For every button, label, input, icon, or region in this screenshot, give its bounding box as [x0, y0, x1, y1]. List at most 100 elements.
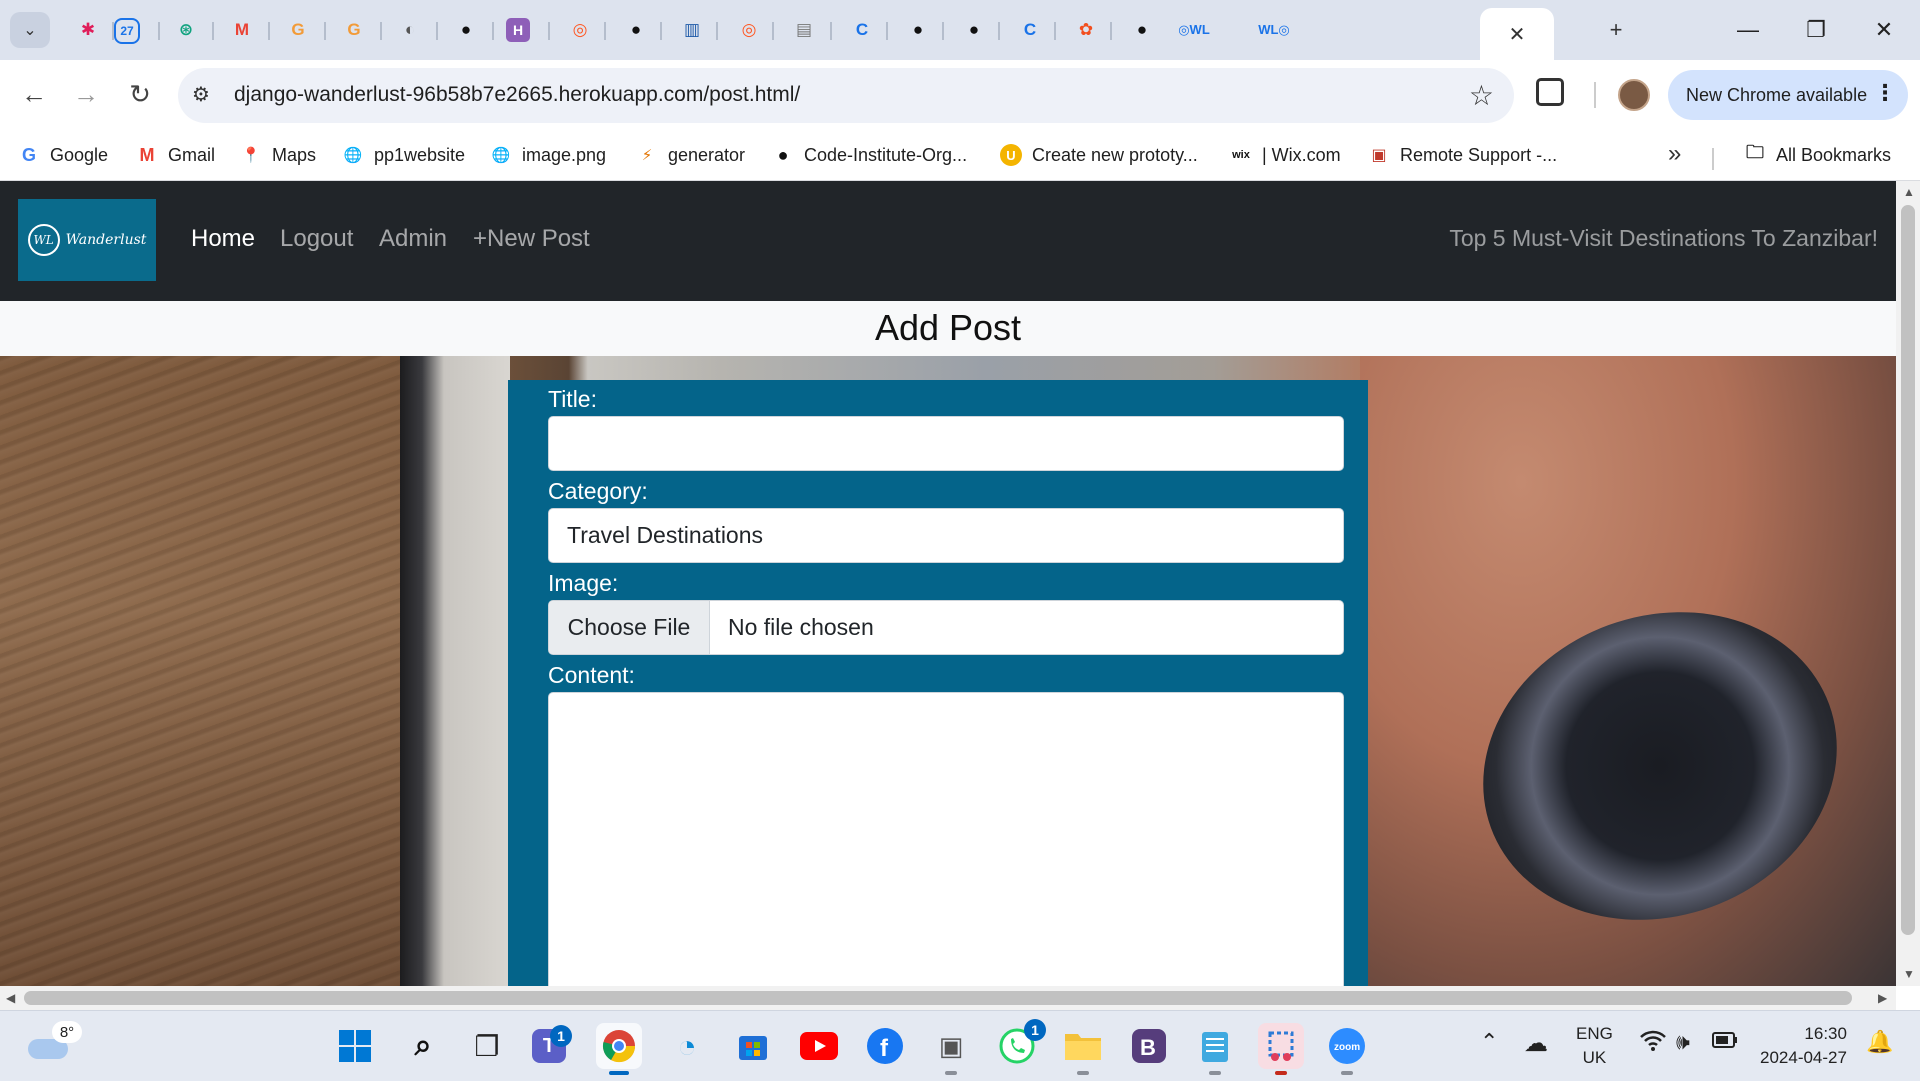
nav-admin[interactable]: Admin: [379, 225, 447, 253]
bookmark-maps[interactable]: 📍 Maps: [240, 140, 316, 170]
youtube-icon: [800, 1032, 838, 1060]
github-tab-icon[interactable]: ●: [620, 14, 652, 46]
github-tab-icon[interactable]: ●: [902, 14, 934, 46]
volume-icon[interactable]: 🕪: [1676, 1029, 1690, 1055]
grammarly-tab-icon[interactable]: G: [338, 14, 370, 46]
wanderlust-tab-icon[interactable]: WL◎: [1252, 14, 1296, 46]
github-tab-icon[interactable]: ●: [958, 14, 990, 46]
grammarly-tab-icon[interactable]: G: [282, 14, 314, 46]
bookmark-create-prototype[interactable]: U Create new prototy...: [1000, 140, 1198, 170]
tab-search-button[interactable]: ⌄: [10, 12, 50, 48]
bootstrap-app[interactable]: B: [1126, 1023, 1172, 1069]
image-file-input[interactable]: Choose File No file chosen: [548, 600, 1344, 655]
title-input[interactable]: [548, 416, 1344, 471]
bookmark-wix[interactable]: wix | Wix.com: [1230, 140, 1341, 170]
bookmark-remote-support[interactable]: ▣ Remote Support -...: [1368, 140, 1557, 170]
file-explorer-app[interactable]: [1060, 1023, 1106, 1075]
nav-home[interactable]: Home: [191, 225, 255, 253]
active-tab[interactable]: ✕: [1480, 8, 1554, 60]
tab-separator: [716, 22, 718, 40]
address-url[interactable]: django-wanderlust-96b58b7e2665.herokuapp…: [234, 83, 800, 107]
restore-button[interactable]: ❐: [1786, 10, 1846, 50]
extensions-icon[interactable]: [1536, 78, 1564, 106]
whatsapp-app[interactable]: 1: [994, 1019, 1046, 1069]
snipping-tool-app[interactable]: [1258, 1023, 1304, 1075]
nav-logout[interactable]: Logout: [280, 225, 353, 253]
github-tab-icon[interactable]: ●: [450, 14, 482, 46]
new-tab-button[interactable]: +: [1596, 10, 1636, 50]
edge-app[interactable]: ◔: [664, 1023, 710, 1069]
teams-app[interactable]: T1: [532, 1025, 572, 1063]
bookmark-label: generator: [668, 144, 746, 165]
gmail-tab-icon[interactable]: M: [226, 14, 258, 46]
bookmark-code-institute[interactable]: ● Code-Institute-Org...: [772, 140, 968, 170]
all-bookmarks-button[interactable]: 🗀 All Bookmarks: [1744, 140, 1891, 170]
wifi-icon[interactable]: [1640, 1029, 1666, 1057]
canva-tab-icon[interactable]: C: [1014, 14, 1046, 46]
choose-file-button[interactable]: Choose File: [549, 601, 710, 654]
github-tab-icon[interactable]: ●: [1126, 14, 1158, 46]
more-menu-icon[interactable]: ⋮: [1874, 80, 1896, 106]
back-button[interactable]: ←: [14, 74, 54, 114]
calendar-tab-icon[interactable]: 27: [114, 18, 140, 44]
globe-tab-icon[interactable]: ◐: [394, 14, 426, 46]
figma-tab-icon[interactable]: ✿: [1070, 14, 1102, 46]
forward-button[interactable]: →: [66, 74, 106, 114]
youtube-app[interactable]: [796, 1023, 842, 1069]
new-chrome-available-button[interactable]: New Chrome available ⋮: [1668, 70, 1908, 120]
wanderlust-tab-icon[interactable]: ◎WL: [1172, 14, 1216, 46]
system-clock[interactable]: 16:30 2024-04-27: [1760, 1022, 1847, 1070]
bookmark-image-png[interactable]: 🌐 image.png: [490, 140, 606, 170]
scroll-right-icon[interactable]: ▶: [1878, 991, 1887, 1005]
bookmark-pp1website[interactable]: 🌐 pp1website: [342, 140, 465, 170]
close-window-button[interactable]: ✕: [1854, 10, 1914, 50]
chrome-app[interactable]: [596, 1023, 642, 1075]
chatgpt-tab-icon[interactable]: ⊛: [170, 14, 202, 46]
horizontal-scrollbar[interactable]: ◀ ▶: [0, 986, 1896, 1010]
bookmark-star-icon[interactable]: ☆: [1469, 79, 1494, 112]
close-tab-icon[interactable]: ✕: [1509, 22, 1526, 47]
notification-badge: 1: [1024, 1019, 1046, 1041]
category-select[interactable]: Travel Destinations: [548, 508, 1344, 563]
site-info-icon[interactable]: ⚙: [192, 82, 210, 107]
vertical-scroll-thumb[interactable]: [1901, 205, 1915, 935]
elephant-tab-icon[interactable]: ▤: [788, 14, 820, 46]
slack-tab-icon[interactable]: ✱: [72, 14, 104, 46]
show-hidden-icons-button[interactable]: ⌃: [1480, 1029, 1498, 1055]
facebook-app[interactable]: f: [862, 1023, 908, 1069]
zoom-app[interactable]: zoom: [1324, 1023, 1370, 1075]
weather-widget[interactable]: 8°: [24, 1021, 82, 1067]
bookmarks-overflow-button[interactable]: »: [1668, 140, 1681, 168]
search-button[interactable]: ⌕: [400, 1023, 446, 1069]
minimize-button[interactable]: —: [1718, 10, 1778, 50]
vertical-scrollbar[interactable]: ▲ ▼: [1896, 181, 1920, 986]
profile-avatar[interactable]: [1618, 79, 1650, 111]
site-logo[interactable]: WL Wanderlust: [18, 199, 156, 281]
start-button[interactable]: [332, 1023, 378, 1069]
scroll-down-icon[interactable]: ▼: [1903, 967, 1915, 981]
nav-new-post[interactable]: +New Post: [473, 225, 590, 253]
remote-desktop-app[interactable]: ▣: [928, 1023, 974, 1075]
task-view-button[interactable]: ❐: [464, 1023, 510, 1069]
microsoft-store-app[interactable]: [730, 1023, 776, 1069]
nav-featured-post[interactable]: Top 5 Must-Visit Destinations To Zanziba…: [1449, 225, 1878, 252]
notification-bell-icon[interactable]: 🔔: [1866, 1029, 1893, 1055]
reload-button[interactable]: ↻: [120, 74, 160, 114]
address-bar[interactable]: ⚙ django-wanderlust-96b58b7e2665.herokua…: [178, 68, 1514, 123]
language-indicator[interactable]: ENG UK: [1576, 1022, 1613, 1070]
dashboard-tab-icon[interactable]: ▥: [676, 14, 708, 46]
heroku-tab-icon[interactable]: H: [506, 18, 530, 42]
canva-tab-icon[interactable]: C: [846, 14, 878, 46]
bookmark-gmail[interactable]: M Gmail: [136, 140, 216, 170]
notepad-app[interactable]: [1192, 1023, 1238, 1075]
bookmark-google[interactable]: G Google: [18, 140, 108, 170]
onedrive-icon[interactable]: ☁: [1524, 1029, 1548, 1058]
horizontal-scroll-thumb[interactable]: [24, 991, 1852, 1005]
record-tab-icon[interactable]: ◎: [564, 14, 596, 46]
battery-icon[interactable]: [1712, 1029, 1738, 1055]
record-tab-icon[interactable]: ◎: [733, 14, 765, 46]
content-textarea[interactable]: [548, 692, 1344, 986]
bookmark-generator[interactable]: ⚡ generator: [636, 140, 745, 170]
scroll-left-icon[interactable]: ◀: [6, 991, 15, 1005]
scroll-up-icon[interactable]: ▲: [1903, 185, 1915, 199]
